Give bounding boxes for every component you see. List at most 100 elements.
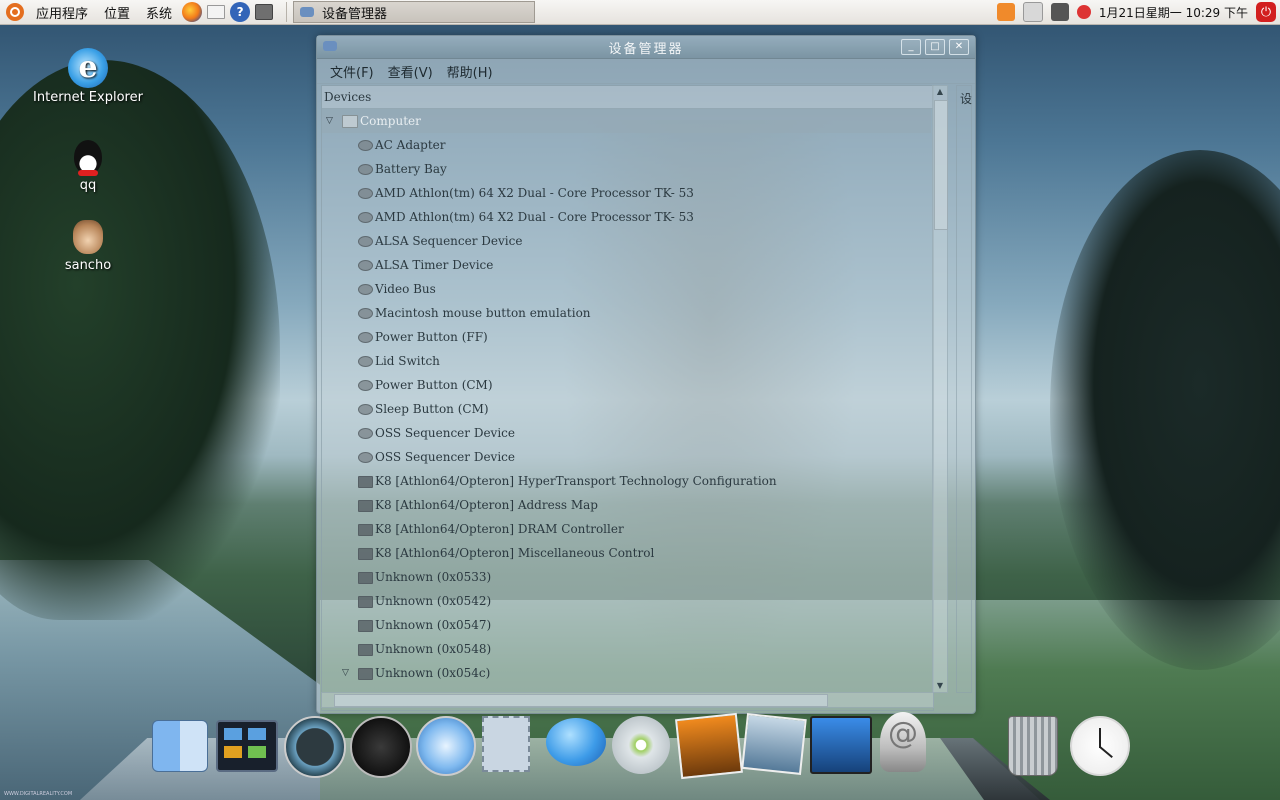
iphoto-icon[interactable]: [675, 712, 743, 780]
update-manager-icon[interactable]: [996, 3, 1015, 21]
device-icon: [358, 428, 373, 439]
menu-places[interactable]: 位置: [96, 3, 138, 22]
chip-icon: [358, 644, 373, 656]
tree-row-device[interactable]: K8 [Athlon64/Opteron] Address Map: [322, 493, 933, 517]
tree-row-device[interactable]: AC Adapter: [322, 133, 933, 157]
horizontal-scrollbar[interactable]: [321, 692, 934, 708]
tree-row-device[interactable]: K8 [Athlon64/Opteron] HyperTransport Tec…: [322, 469, 933, 493]
minimize-button[interactable]: _: [901, 39, 921, 55]
menu-view[interactable]: 查看(V): [381, 62, 440, 81]
mail-launcher[interactable]: [206, 2, 226, 22]
chip-icon: [358, 548, 373, 560]
tree-row-device[interactable]: ALSA Sequencer Device: [322, 229, 933, 253]
help-icon[interactable]: ?: [230, 2, 251, 22]
window-menubar: 文件(F) 查看(V) 帮助(H): [317, 59, 975, 84]
tree-row-label: Unknown (0x054c): [375, 666, 491, 680]
time-machine-icon[interactable]: [284, 716, 346, 778]
mail-stamp-icon[interactable]: [482, 716, 530, 772]
panel-separator: [286, 2, 288, 22]
chip-icon: [358, 572, 373, 584]
maximize-button[interactable]: □: [925, 39, 945, 55]
chip-icon: [358, 668, 373, 680]
expose-icon[interactable]: [216, 720, 278, 772]
device-icon: [358, 140, 373, 151]
tree-row-device[interactable]: Unknown (0x0542): [322, 589, 933, 613]
network-icon[interactable]: [1050, 3, 1069, 21]
desktop-icon-qq[interactable]: qq: [33, 140, 143, 193]
tree-row-label: K8 [Athlon64/Opteron] Address Map: [375, 498, 598, 512]
vertical-scrollbar[interactable]: ▲ ▼: [932, 85, 948, 693]
tree-row-device[interactable]: Video Bus: [322, 277, 933, 301]
menu-help[interactable]: 帮助(H): [440, 62, 500, 81]
chip-icon: [358, 524, 373, 536]
vertical-scroll-thumb[interactable]: [934, 100, 948, 230]
ichat-icon[interactable]: [546, 718, 606, 766]
tree-row-device[interactable]: Unknown (0x0533): [322, 565, 933, 589]
tree-row-label: AMD Athlon(tm) 64 X2 Dual - Core Process…: [375, 186, 694, 200]
menu-system[interactable]: 系统: [138, 3, 180, 22]
device-icon: [358, 284, 373, 295]
safari-icon[interactable]: [416, 716, 476, 776]
tree-row-device[interactable]: OSS Sequencer Device: [322, 445, 933, 469]
device-icon: [358, 404, 373, 415]
tree-row-label: K8 [Athlon64/Opteron] Miscellaneous Cont…: [375, 546, 655, 560]
at-mail-icon[interactable]: @: [880, 712, 926, 772]
tree-row-device[interactable]: Unknown (0x0548): [322, 637, 933, 661]
tree-row-device[interactable]: Sleep Button (CM): [322, 397, 933, 421]
dashboard-icon[interactable]: [350, 716, 412, 778]
close-button[interactable]: ✕: [949, 39, 969, 55]
menu-applications[interactable]: 应用程序: [28, 3, 96, 22]
ubuntu-logo-icon[interactable]: [6, 3, 24, 21]
tree-row-device[interactable]: OSS Sequencer Device: [322, 421, 933, 445]
tree-row-device[interactable]: ▽ Unknown (0x054c): [322, 661, 933, 685]
tree-row-computer[interactable]: ▽ Computer: [322, 109, 931, 133]
tree-row-label: Unknown (0x0533): [375, 570, 492, 584]
tree-column-header[interactable]: Devices: [322, 86, 933, 109]
internet-explorer-icon: e: [68, 48, 108, 88]
volume-icon[interactable]: [1076, 5, 1091, 19]
tree-row-label: K8 [Athlon64/Opteron] DRAM Controller: [375, 522, 624, 536]
menu-file[interactable]: 文件(F): [323, 62, 381, 81]
tree-row-device[interactable]: Power Button (CM): [322, 373, 933, 397]
tree-row-device[interactable]: Unknown (0x0547): [322, 613, 933, 637]
desktop-icon-internet-explorer[interactable]: e Internet Explorer: [33, 48, 143, 105]
tree-row-label: AC Adapter: [375, 138, 446, 152]
window-titlebar[interactable]: 设备管理器 _ □ ✕: [317, 36, 975, 59]
imovie-icon[interactable]: [810, 716, 872, 774]
tree-row-device[interactable]: ALSA Timer Device: [322, 253, 933, 277]
expander-down-icon[interactable]: ▽: [326, 109, 336, 133]
window-controls: _ □ ✕: [901, 39, 969, 55]
tree-row-label: Battery Bay: [375, 162, 447, 176]
scroll-up-arrow-icon[interactable]: ▲: [933, 86, 947, 98]
trash-icon[interactable]: [1008, 716, 1058, 776]
clock-icon[interactable]: [1070, 716, 1130, 776]
top-panel: 应用程序 位置 系统 ? 设备管理器 1月21日星期一 10:29 下午 ⏻: [0, 0, 1280, 25]
tree-row-label: Unknown (0x0542): [375, 594, 492, 608]
tree-row-device[interactable]: AMD Athlon(tm) 64 X2 Dual - Core Process…: [322, 205, 933, 229]
taskbar-device-manager[interactable]: 设备管理器: [293, 1, 536, 23]
tree-row-label: K8 [Athlon64/Opteron] HyperTransport Tec…: [375, 474, 777, 488]
expander-down-icon[interactable]: ▽: [342, 661, 352, 685]
chip-icon: [358, 620, 373, 632]
desktop-icon-sancho[interactable]: sancho: [33, 220, 143, 273]
tree-row-device[interactable]: Battery Bay: [322, 157, 933, 181]
firefox-icon[interactable]: [182, 2, 203, 22]
tree-row-device[interactable]: Macintosh mouse button emulation: [322, 301, 933, 325]
finder-icon[interactable]: [152, 720, 208, 772]
device-icon: [358, 212, 373, 223]
tree-row-device[interactable]: AMD Athlon(tm) 64 X2 Dual - Core Process…: [322, 181, 933, 205]
printer-icon[interactable]: [1022, 2, 1043, 22]
screenshot-launcher[interactable]: [254, 2, 274, 22]
panel-clock[interactable]: 1月21日星期一 10:29 下午: [1099, 4, 1248, 21]
power-icon[interactable]: ⏻: [1256, 2, 1276, 22]
tree-row-device[interactable]: K8 [Athlon64/Opteron] DRAM Controller: [322, 517, 933, 541]
tree-row-label: Macintosh mouse button emulation: [375, 306, 591, 320]
desktop-icon-label: sancho: [64, 258, 112, 273]
photo-booth-icon[interactable]: [741, 713, 807, 775]
scroll-down-arrow-icon[interactable]: ▼: [933, 680, 947, 692]
tree-row-device[interactable]: Lid Switch: [322, 349, 933, 373]
tree-row-device[interactable]: Power Button (FF): [322, 325, 933, 349]
itunes-icon[interactable]: [612, 716, 670, 774]
tree-row-device[interactable]: K8 [Athlon64/Opteron] Miscellaneous Cont…: [322, 541, 933, 565]
horizontal-scroll-thumb[interactable]: [334, 694, 828, 707]
